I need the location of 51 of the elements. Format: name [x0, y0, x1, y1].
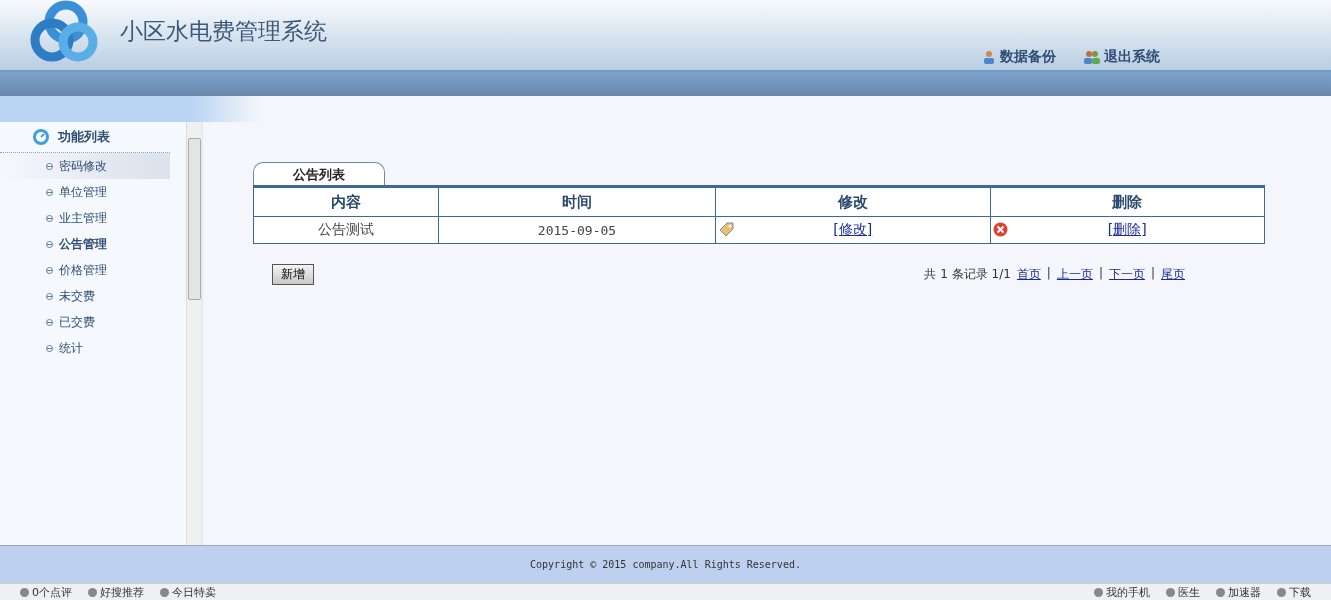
- page-link[interactable]: 尾页: [1161, 266, 1185, 283]
- app-title: 小区水电费管理系统: [120, 17, 327, 46]
- bullet-icon: [46, 344, 53, 352]
- sidebar-item[interactable]: 未交费: [0, 283, 170, 309]
- edit-link[interactable]: [修改]: [833, 221, 873, 237]
- status-item[interactable]: 医生: [1166, 584, 1200, 600]
- sidebar-item[interactable]: 已交费: [0, 309, 170, 335]
- status-item[interactable]: 加速器: [1216, 584, 1261, 600]
- clock-icon: [32, 128, 50, 146]
- copyright-text: Copyright © 2015 company.All Rights Reserved.: [0, 545, 1331, 583]
- add-button[interactable]: 新增: [272, 264, 314, 285]
- column-header: 时间: [438, 186, 716, 217]
- people-icon: [1084, 50, 1100, 64]
- header-link[interactable]: 退出系统: [1084, 48, 1160, 66]
- panel-tab[interactable]: 公告列表: [253, 162, 385, 185]
- column-header: 删除: [990, 186, 1265, 217]
- status-item[interactable]: 好搜推荐: [88, 584, 144, 600]
- bullet-icon: [46, 266, 53, 274]
- status-item[interactable]: 下载: [1277, 584, 1311, 600]
- column-header: 修改: [715, 186, 990, 217]
- bullet-icon: [46, 188, 53, 196]
- bullet-icon: [46, 214, 53, 222]
- sidebar-item[interactable]: 价格管理: [0, 257, 170, 283]
- bullet-icon: [46, 240, 53, 248]
- status-item[interactable]: 我的手机: [1094, 584, 1150, 600]
- separator: |: [1098, 266, 1103, 282]
- bullet-icon: [46, 292, 53, 300]
- scrollbar[interactable]: [186, 122, 201, 545]
- delete-icon: [992, 222, 1008, 237]
- bullet-icon: [46, 318, 53, 326]
- table-cell: 2015-09-05: [438, 216, 716, 244]
- sidebar-item[interactable]: 公告管理: [0, 231, 170, 257]
- status-item[interactable]: 0个点评: [20, 584, 72, 600]
- separator: |: [1046, 266, 1051, 282]
- bullet-icon: [46, 162, 53, 170]
- page-link[interactable]: 首页: [1016, 266, 1041, 283]
- status-item[interactable]: 今日特卖: [160, 584, 216, 600]
- sidebar-item[interactable]: 统计: [0, 335, 170, 361]
- header-link[interactable]: 数据备份: [982, 48, 1056, 66]
- record-summary: 共 1 条记录 1/1: [924, 266, 1011, 283]
- page-link[interactable]: 下一页: [1108, 266, 1145, 283]
- page-link[interactable]: 上一页: [1056, 266, 1093, 283]
- knot-logo-icon: [30, 0, 100, 64]
- delete-link[interactable]: [删除]: [1107, 221, 1147, 237]
- sidebar-item[interactable]: 单位管理: [0, 179, 170, 205]
- table-cell: 公告测试: [253, 216, 439, 244]
- tag-icon: [718, 222, 734, 236]
- sidebar-item[interactable]: 业主管理: [0, 205, 170, 231]
- person-icon: [982, 50, 996, 64]
- column-header: 内容: [253, 186, 439, 217]
- separator: |: [1150, 266, 1155, 282]
